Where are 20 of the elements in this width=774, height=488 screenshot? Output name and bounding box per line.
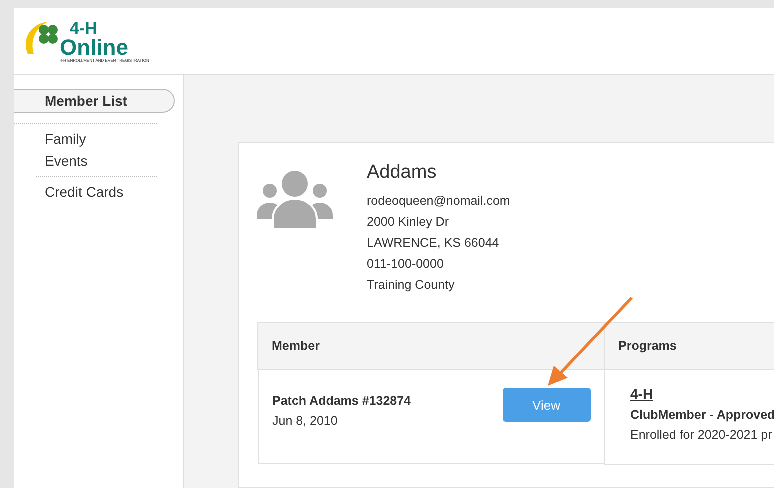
family-detail: 011-100-0000	[367, 256, 445, 273]
family-detail: LAWRENCE, KS 66044	[367, 235, 500, 252]
group-icon	[257, 169, 333, 231]
column-header: Member	[258, 322, 604, 370]
member-name: Patch Addams #132874	[272, 394, 412, 408]
enrollment-text: Enrolled for 2020-2021 pr	[630, 428, 774, 442]
column-header: Programs	[604, 322, 774, 370]
program-link[interactable]: 4-H	[630, 386, 774, 402]
birth-date: Jun 8, 2010	[272, 414, 339, 428]
program-status: ClubMember - Approved	[630, 408, 774, 422]
family-detail: 2000 Kinley Dr	[367, 214, 450, 231]
sidebar-item[interactable]: Credit Cards	[36, 181, 157, 203]
logo-title: 4-H	[70, 20, 98, 36]
sidebar-item[interactable]: Family	[36, 128, 157, 150]
sidebar-item[interactable]: Member List	[14, 89, 175, 113]
family-detail: Training County	[367, 277, 456, 294]
sidebar-item[interactable]: Events	[36, 150, 157, 172]
family-name: Addams	[367, 161, 438, 185]
logo-subtitle: Online	[60, 36, 128, 58]
family-detail: rodeoqueen@nomail.com	[367, 193, 510, 210]
